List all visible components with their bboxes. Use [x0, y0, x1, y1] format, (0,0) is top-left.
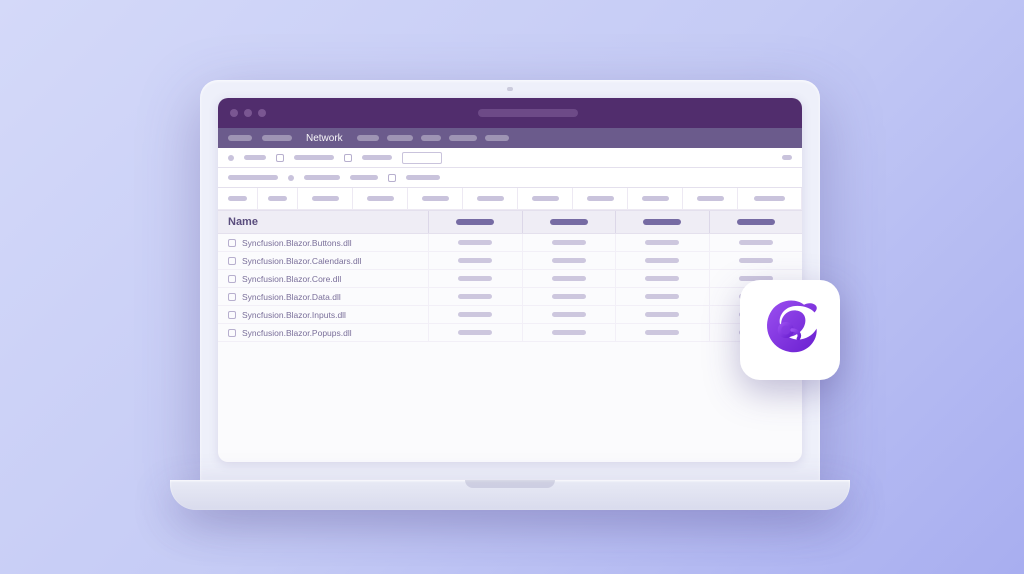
tab-placeholder[interactable]	[449, 135, 477, 141]
filter-label	[406, 175, 440, 180]
blazor-logo-card	[740, 280, 840, 380]
filter-input[interactable]	[228, 175, 278, 180]
browser-titlebar	[218, 98, 802, 128]
column-header[interactable]	[709, 211, 803, 233]
maximize-icon[interactable]	[258, 109, 266, 117]
throttle-select[interactable]	[402, 152, 442, 164]
network-filter-bar	[218, 168, 802, 188]
file-name: Syncfusion.Blazor.Data.dll	[242, 292, 341, 302]
dot-icon	[288, 175, 294, 181]
filter-chip[interactable]	[350, 175, 378, 180]
file-name: Syncfusion.Blazor.Popups.dll	[242, 328, 352, 338]
timeline-columns	[218, 188, 802, 210]
address-bar[interactable]	[478, 109, 578, 117]
filter-chip[interactable]	[304, 175, 340, 180]
column-header[interactable]	[615, 211, 709, 233]
tab-placeholder[interactable]	[387, 135, 413, 141]
file-name: Syncfusion.Blazor.Calendars.dll	[242, 256, 362, 266]
table-row[interactable]: Syncfusion.Blazor.Popups.dll	[218, 324, 802, 342]
devtools-tabbar[interactable]: Network	[218, 128, 802, 148]
row-checkbox[interactable]	[228, 293, 236, 301]
minimize-icon[interactable]	[244, 109, 252, 117]
row-checkbox[interactable]	[228, 329, 236, 337]
table-row[interactable]: Syncfusion.Blazor.Calendars.dll	[218, 252, 802, 270]
checkbox[interactable]	[344, 154, 352, 162]
close-icon[interactable]	[230, 109, 238, 117]
table-row[interactable]: Syncfusion.Blazor.Core.dll	[218, 270, 802, 288]
toolbar-placeholder[interactable]	[244, 155, 266, 160]
file-name: Syncfusion.Blazor.Inputs.dll	[242, 310, 346, 320]
settings-icon[interactable]	[782, 155, 792, 160]
row-checkbox[interactable]	[228, 239, 236, 247]
camera-icon	[507, 87, 513, 91]
laptop-notch	[465, 480, 555, 488]
tab-placeholder[interactable]	[262, 135, 292, 141]
tab-placeholder[interactable]	[357, 135, 379, 141]
network-toolbar	[218, 148, 802, 168]
blazor-icon	[755, 295, 825, 365]
table-row[interactable]: Syncfusion.Blazor.Buttons.dll	[218, 234, 802, 252]
window-controls[interactable]	[230, 109, 266, 117]
tab-network[interactable]: Network	[302, 133, 347, 144]
tab-placeholder[interactable]	[421, 135, 441, 141]
table-row[interactable]: Syncfusion.Blazor.Data.dll	[218, 288, 802, 306]
network-table-header: Name	[218, 210, 802, 234]
column-name-header[interactable]: Name	[228, 216, 258, 228]
toolbar-placeholder	[362, 155, 392, 160]
browser-window: Network	[218, 98, 802, 462]
toolbar-placeholder	[294, 155, 334, 160]
network-table-body: Syncfusion.Blazor.Buttons.dll Syncfusion…	[218, 234, 802, 342]
record-icon[interactable]	[228, 155, 234, 161]
row-checkbox[interactable]	[228, 257, 236, 265]
tab-placeholder[interactable]	[228, 135, 252, 141]
file-name: Syncfusion.Blazor.Core.dll	[242, 274, 341, 284]
checkbox[interactable]	[276, 154, 284, 162]
laptop-base	[170, 480, 850, 510]
checkbox[interactable]	[388, 174, 396, 182]
column-header[interactable]	[428, 211, 522, 233]
tab-placeholder[interactable]	[485, 135, 509, 141]
column-header[interactable]	[522, 211, 616, 233]
row-checkbox[interactable]	[228, 311, 236, 319]
row-checkbox[interactable]	[228, 275, 236, 283]
file-name: Syncfusion.Blazor.Buttons.dll	[242, 238, 352, 248]
table-row[interactable]: Syncfusion.Blazor.Inputs.dll	[218, 306, 802, 324]
laptop-screen: Network	[200, 80, 820, 480]
